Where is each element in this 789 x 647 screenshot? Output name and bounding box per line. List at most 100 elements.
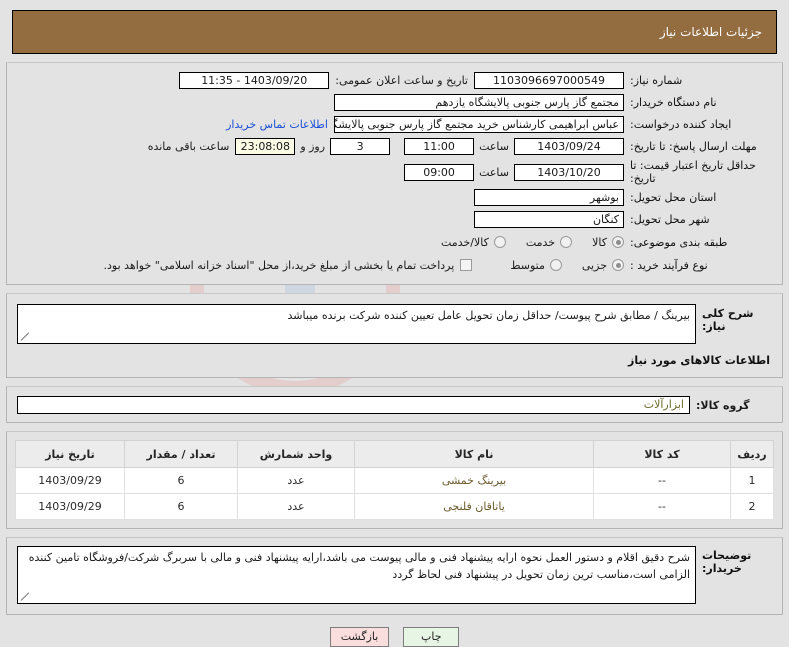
page-root: جزئیات اطلاعات نیاز شماره نیاز: 11030966… bbox=[0, 10, 789, 647]
cell-radif: 1 bbox=[730, 467, 774, 495]
process-option-medium[interactable]: متوسط bbox=[510, 259, 562, 272]
treasury-bond-checkbox[interactable] bbox=[460, 259, 473, 272]
price-validity-label: حداقل تاریخ اعتبار قیمت: تا تاریخ: bbox=[630, 159, 756, 186]
page-title-bar: جزئیات اطلاعات نیاز bbox=[12, 10, 777, 54]
cell-date: 1403/09/29 bbox=[15, 467, 125, 495]
buyer-org-label: نام دستگاه خریدار: bbox=[630, 95, 717, 109]
cell-code: -- bbox=[593, 467, 731, 495]
col-header-radif: ردیف bbox=[730, 440, 774, 469]
row-need-description: شرح کلی نیاز: بیرینگ / مطابق شرح پیوست/ … bbox=[17, 304, 772, 345]
row-delivery-city: شهر محل تحویل: کنگان bbox=[17, 210, 772, 229]
goods-table: ردیف کد کالا نام کالا واحد شمارش تعداد /… bbox=[15, 440, 774, 521]
category-option-goods-label: کالا bbox=[592, 235, 607, 249]
remaining-time-text: ساعت باقی مانده bbox=[147, 140, 230, 153]
buyer-org-field[interactable]: مجتمع گاز پارس جنوبی پالایشگاه یازدهم bbox=[334, 94, 624, 111]
col-header-date: تاریخ نیاز bbox=[15, 440, 125, 469]
need-info-panel: شماره نیاز: 1103096697000549 تاریخ و ساع… bbox=[6, 62, 783, 286]
back-button[interactable]: بازگشت bbox=[329, 627, 390, 647]
goods-group-field[interactable]: ابزارآلات bbox=[17, 396, 690, 415]
need-number-field[interactable]: 1103096697000549 bbox=[474, 72, 624, 89]
cell-code: -- bbox=[593, 493, 731, 521]
goods-group-panel: گروه کالا: ابزارآلات bbox=[6, 386, 783, 424]
buyer-notes-textarea[interactable]: شرح دقیق اقلام و دستور العمل نحوه ارایه … bbox=[17, 546, 696, 605]
row-response-deadline: مهلت ارسال پاسخ: تا تاریخ: 1403/09/24 سا… bbox=[17, 137, 772, 156]
col-header-qty: تعداد / مقدار bbox=[124, 440, 238, 469]
cell-unit: عدد bbox=[237, 493, 355, 521]
buyer-notes-label: توضیحات خریدار: bbox=[702, 549, 752, 576]
goods-table-header-row: ردیف کد کالا نام کالا واحد شمارش تعداد /… bbox=[15, 440, 774, 469]
col-header-code: کد کالا bbox=[593, 440, 731, 469]
buyer-notes-panel: توضیحات خریدار: شرح دقیق اقلام و دستور ا… bbox=[6, 537, 783, 616]
request-creator-field[interactable]: عباس ابراهیمی کارشناس خرید مجتمع گاز پار… bbox=[334, 116, 624, 133]
radio-minor-icon[interactable] bbox=[612, 259, 624, 272]
treasury-bond-label: پرداخت تمام یا بخشی از مبلغ خرید،از محل … bbox=[103, 258, 455, 272]
remaining-days-label: روز و bbox=[300, 140, 326, 153]
row-request-creator: ایجاد کننده درخواست: عباس ابراهیمی کارشن… bbox=[17, 115, 772, 134]
row-price-validity: حداقل تاریخ اعتبار قیمت: تا تاریخ: 1403/… bbox=[17, 159, 772, 185]
cell-radif: 2 bbox=[730, 493, 774, 521]
row-delivery-province: استان محل تحویل: بوشهر bbox=[17, 188, 772, 207]
action-button-bar: چاپ بازگشت bbox=[0, 627, 789, 647]
row-buyer-notes: توضیحات خریدار: شرح دقیق اقلام و دستور ا… bbox=[17, 546, 772, 605]
category-option-goods-service[interactable]: کالا/خدمت bbox=[441, 236, 506, 249]
purchase-process-label: نوع فرآیند خرید : bbox=[630, 258, 708, 272]
radio-goods-service-icon[interactable] bbox=[493, 236, 506, 249]
radio-medium-icon[interactable] bbox=[549, 259, 562, 272]
table-row: 1 -- بیرینگ خمشی عدد 6 1403/09/29 bbox=[15, 467, 774, 495]
col-header-name: نام کالا bbox=[354, 440, 594, 469]
need-number-label: شماره نیاز: bbox=[630, 73, 683, 87]
cell-date: 1403/09/29 bbox=[15, 493, 125, 521]
cell-qty: 6 bbox=[124, 493, 238, 521]
row-purchase-process: نوع فرآیند خرید : جزیی متوسط پرداخت تمام… bbox=[17, 255, 772, 275]
goods-table-head: ردیف کد کالا نام کالا واحد شمارش تعداد /… bbox=[15, 440, 774, 469]
process-option-medium-label: متوسط bbox=[510, 258, 545, 272]
textarea-resize-grip[interactable] bbox=[20, 332, 30, 342]
delivery-province-field[interactable]: بوشهر bbox=[474, 189, 624, 207]
delivery-city-field[interactable]: کنگان bbox=[474, 211, 624, 229]
category-option-goods[interactable]: کالا bbox=[592, 236, 624, 249]
delivery-province-label: استان محل تحویل: bbox=[630, 191, 717, 204]
row-subject-category: طبقه بندی موضوعی: کالا خدمت کالا/خدمت bbox=[17, 232, 772, 252]
radio-service-icon[interactable] bbox=[560, 236, 573, 249]
price-validity-time-field[interactable]: 09:00 bbox=[404, 163, 475, 181]
category-option-service-label: خدمت bbox=[525, 235, 556, 249]
remaining-days-field[interactable]: 3 bbox=[330, 138, 391, 155]
subject-category-label: طبقه بندی موضوعی: bbox=[630, 235, 728, 249]
cell-name: یاتاقان فلنجی bbox=[354, 493, 594, 521]
cell-qty: 6 bbox=[124, 467, 238, 495]
response-deadline-time-field[interactable]: 11:00 bbox=[404, 138, 475, 155]
goods-section-title: اطلاعات کالاهای مورد نیاز bbox=[628, 354, 770, 368]
need-description-textarea[interactable]: بیرینگ / مطابق شرح پیوست/ حداقل زمان تحو… bbox=[17, 304, 696, 345]
goods-group-label: گروه کالا: bbox=[696, 398, 750, 412]
buyer-contact-link[interactable]: اطلاعات تماس خریدار bbox=[220, 118, 334, 131]
process-option-minor[interactable]: جزیی bbox=[582, 259, 624, 272]
category-option-service[interactable]: خدمت bbox=[525, 235, 573, 249]
response-deadline-time-label: ساعت bbox=[479, 140, 509, 153]
goods-table-panel: ردیف کد کالا نام کالا واحد شمارش تعداد /… bbox=[6, 431, 783, 530]
treasury-bond-option[interactable]: پرداخت تمام یا بخشی از مبلغ خرید،از محل … bbox=[104, 259, 473, 272]
row-buyer-org: نام دستگاه خریدار: مجتمع گاز پارس جنوبی … bbox=[17, 93, 772, 112]
delivery-city-label: شهر محل تحویل: bbox=[630, 213, 710, 226]
need-description-label: شرح کلی نیاز: bbox=[702, 307, 754, 334]
row-goods-group: گروه کالا: ابزارآلات bbox=[17, 396, 772, 415]
request-creator-label: ایجاد کننده درخواست: bbox=[630, 117, 732, 131]
publish-date-label: تاریخ و ساعت اعلان عمومی: bbox=[335, 74, 468, 87]
print-button[interactable]: چاپ bbox=[403, 627, 460, 647]
need-description-panel: شرح کلی نیاز: بیرینگ / مطابق شرح پیوست/ … bbox=[6, 293, 783, 379]
radio-goods-icon[interactable] bbox=[612, 236, 624, 249]
publish-date-field[interactable]: 11:35 - 1403/09/20 bbox=[179, 72, 330, 89]
remaining-clock-field: 23:08:08 bbox=[235, 138, 296, 155]
page-title: جزئیات اطلاعات نیاز bbox=[659, 25, 762, 39]
category-option-goods-service-label: کالا/خدمت bbox=[441, 235, 489, 249]
price-validity-time-label: ساعت bbox=[479, 165, 509, 179]
response-deadline-label: مهلت ارسال پاسخ: تا تاریخ: bbox=[630, 139, 757, 153]
row-need-number: شماره نیاز: 1103096697000549 تاریخ و ساع… bbox=[17, 71, 772, 90]
cell-name: بیرینگ خمشی bbox=[354, 467, 594, 495]
price-validity-date-field[interactable]: 1403/10/20 bbox=[514, 163, 624, 181]
process-option-minor-label: جزیی bbox=[581, 258, 607, 272]
col-header-unit: واحد شمارش bbox=[237, 440, 355, 469]
cell-unit: عدد bbox=[237, 467, 355, 495]
textarea-resize-grip[interactable] bbox=[20, 592, 30, 602]
goods-table-body: 1 -- بیرینگ خمشی عدد 6 1403/09/29 2 -- ی… bbox=[15, 467, 774, 521]
response-deadline-date-field[interactable]: 1403/09/24 bbox=[514, 138, 624, 155]
